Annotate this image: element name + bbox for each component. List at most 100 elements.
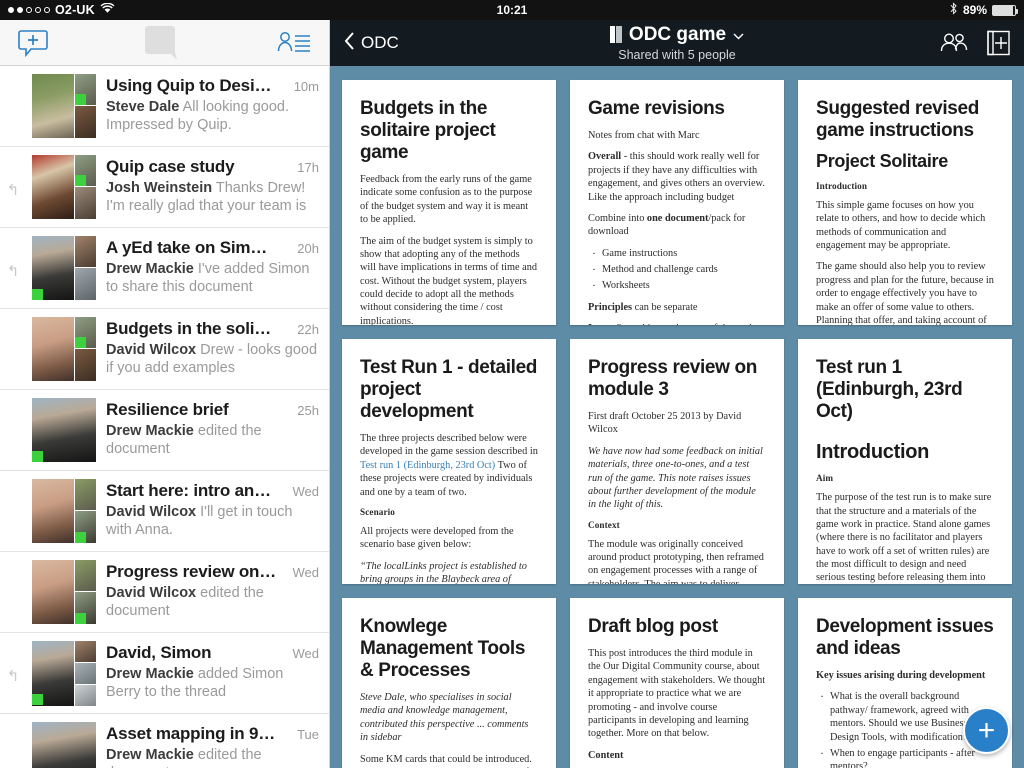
list-item-body: Progress review on… Wed David Wilcox edi… [106, 560, 319, 620]
conversation-title: Budgets in the soli… [106, 319, 272, 338]
new-document-icon[interactable] [987, 30, 1010, 56]
document-card[interactable]: Suggested revised game instructions Proj… [798, 80, 1012, 325]
card-title: Draft blog post [588, 616, 718, 637]
card-heading: Scenario [360, 506, 395, 517]
card-paragraph: This post introduces the third module in… [588, 648, 766, 740]
conversation-time: 10m [293, 79, 319, 94]
card-link[interactable]: Test run 1 (Edinburgh, 23rd Oct) [360, 460, 495, 471]
card-title: Progress review on module 3 [588, 357, 757, 401]
conversation-snippet: Drew Mackie I've added Simon to share th… [106, 260, 319, 296]
back-button[interactable]: ODC [344, 31, 399, 55]
card-italic-intro: We have now had some feedback on initial… [588, 445, 763, 511]
conversation-snippet: David Wilcox I'll get in touch with Anna… [106, 503, 319, 539]
document-card[interactable]: Test Run 1 - detailed project developmen… [342, 339, 556, 584]
card-paragraph: The game should also help you to review … [816, 261, 994, 325]
card-title: Budgets in the solitaire project game [360, 98, 496, 164]
list-item[interactable]: ↰ Progress review on… Wed David Wilcox e… [0, 552, 329, 633]
document-card[interactable]: Draft blog post This post introduces the… [570, 598, 784, 768]
avatar [32, 398, 96, 462]
people-icon[interactable] [939, 32, 969, 54]
chevron-left-icon [344, 31, 355, 55]
card-heading: Aim [816, 473, 834, 484]
list-item[interactable]: ↰ David, Simon Wed Drew Mackie added Sim… [0, 633, 329, 714]
document-card[interactable]: Test run 1 (Edinburgh, 23rd Oct) Introdu… [798, 339, 1012, 584]
card-bold: Intro [588, 323, 611, 325]
list-item[interactable]: ↰ Budgets in the soli… 22h David Wilcox … [0, 309, 329, 390]
conversation-author: Josh Weinstein [106, 180, 213, 196]
document-card-grid: Budgets in the solitaire project game Fe… [330, 66, 1024, 768]
reply-arrow-icon: ↰ [6, 182, 20, 199]
card-paragraph: Intro: Something at the start of the pac… [588, 322, 766, 325]
document-card[interactable]: Budgets in the solitaire project game Fe… [342, 80, 556, 325]
document-card[interactable]: Game revisions Notes from chat with Marc… [570, 80, 784, 325]
list-item[interactable]: ↰ Quip case study 17h Josh Weinstein Tha… [0, 147, 329, 228]
conversation-title: Progress review on… [106, 562, 277, 581]
card-subtitle: Project Solitaire [816, 151, 948, 172]
conversation-list[interactable]: ↰ Using Quip to Desi… 10m Steve Dale All… [0, 66, 329, 768]
conversation-author: Drew Mackie [106, 423, 194, 439]
new-message-icon[interactable] [18, 29, 48, 57]
status-bar-time: 10:21 [496, 3, 528, 17]
conversations-sidebar: ↰ Using Quip to Desi… 10m Steve Dale All… [0, 20, 330, 768]
conversation-author: Steve Dale [106, 99, 180, 115]
document-title-button[interactable]: ODC game [609, 23, 744, 46]
card-title: Development issues and ideas [816, 616, 994, 660]
list-item: Game instructions [592, 246, 766, 262]
list-item-body: Asset mapping in 9… Tue Drew Mackie edit… [106, 722, 319, 768]
list-item-body: Quip case study 17h Josh Weinstein Thank… [106, 155, 319, 215]
document-card[interactable]: Knowlege Management Tools & Processes St… [342, 598, 556, 768]
list-item[interactable]: ↰ A yEd take on Sim… 20h Drew Mackie I'v… [0, 228, 329, 309]
avatar [32, 236, 96, 300]
avatar [32, 74, 96, 138]
card-text: : Something at the start of the pack whi… [588, 323, 765, 325]
card-bold: Principles [588, 301, 633, 313]
avatar [32, 560, 96, 624]
card-quote: “The localLinks project is established t… [360, 560, 527, 584]
card-bullet-list: Game instructions Method and challenge c… [592, 246, 766, 295]
card-subtitle: Introduction [816, 441, 930, 464]
avatar [32, 641, 96, 706]
card-byline: First draft October 25 2013 by David Wil… [588, 411, 742, 436]
quip-logo-icon[interactable] [143, 24, 183, 62]
document-card[interactable]: Progress review on module 3 First draft … [570, 339, 784, 584]
conversation-title: Start here: intro an… [106, 481, 271, 500]
reply-arrow-icon: ↰ [6, 668, 20, 685]
sidebar-toolbar [0, 20, 329, 66]
add-document-fab[interactable]: + [963, 707, 1010, 754]
conversation-author: David Wilcox [106, 585, 197, 601]
document-icon [609, 26, 622, 44]
conversation-title: Using Quip to Desi… [106, 76, 272, 95]
card-text: Combine into [588, 212, 647, 224]
card-heading: Key issues arising during development [816, 670, 986, 682]
conversation-author: Drew Mackie [106, 666, 194, 682]
conversation-snippet: Drew Mackie edited the document [106, 422, 319, 458]
card-paragraph: Feedback from the early runs of the game… [360, 174, 533, 226]
list-item[interactable]: ↰ Resilience brief 25h Drew Mackie edite… [0, 390, 329, 471]
card-text: can be separate [632, 301, 698, 313]
conversation-title: A yEd take on Sim… [106, 238, 268, 257]
list-item[interactable]: ↰ Start here: intro an… Wed David Wilcox… [0, 471, 329, 552]
card-heading: Context [588, 519, 620, 530]
shared-with-label: Shared with 5 people [618, 48, 736, 63]
card-paragraph: The aim of the budget system is simply t… [360, 235, 538, 325]
plus-icon: + [977, 713, 996, 747]
card-bold-lead: Overall [588, 151, 622, 163]
list-item[interactable]: ↰ Using Quip to Desi… 10m Steve Dale All… [0, 66, 329, 147]
conversation-snippet: Drew Mackie added Simon Berry to the thr… [106, 665, 319, 701]
conversation-title: David, Simon [106, 643, 212, 662]
reply-arrow-icon: ↰ [6, 263, 20, 280]
list-item[interactable]: ↰ Asset mapping in 9… Tue Drew Mackie ed… [0, 714, 329, 768]
contacts-icon[interactable] [277, 30, 311, 56]
card-paragraph: The purpose of the test run is to make s… [816, 492, 992, 584]
conversation-time: Wed [292, 646, 320, 661]
list-item: Worksheets [592, 278, 766, 294]
page-title: ODC game [628, 23, 727, 45]
card-body: Steve Dale, who specialises in social me… [360, 691, 538, 768]
conversation-title: Quip case study [106, 157, 235, 176]
chevron-down-icon [733, 24, 744, 46]
back-label: ODC [361, 33, 399, 52]
card-bold: one document [646, 212, 709, 224]
status-bar: O2-UK 10:21 89% [0, 0, 1024, 20]
card-italic-intro: Steve Dale, who specialises in social me… [360, 692, 529, 744]
conversation-time: 20h [297, 241, 319, 256]
